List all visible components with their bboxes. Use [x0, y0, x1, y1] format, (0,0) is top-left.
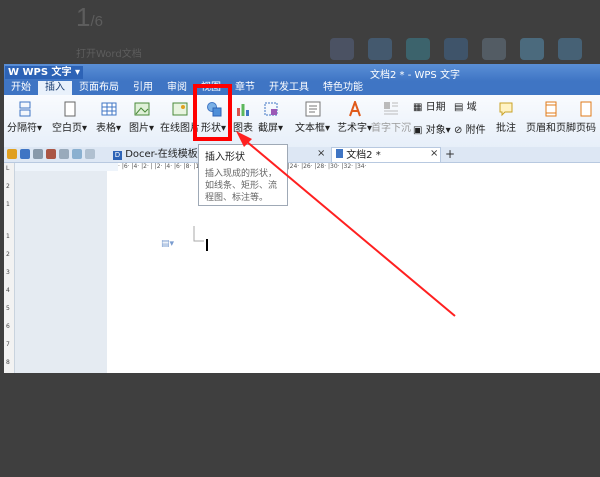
annotation-arrow	[236, 131, 456, 317]
